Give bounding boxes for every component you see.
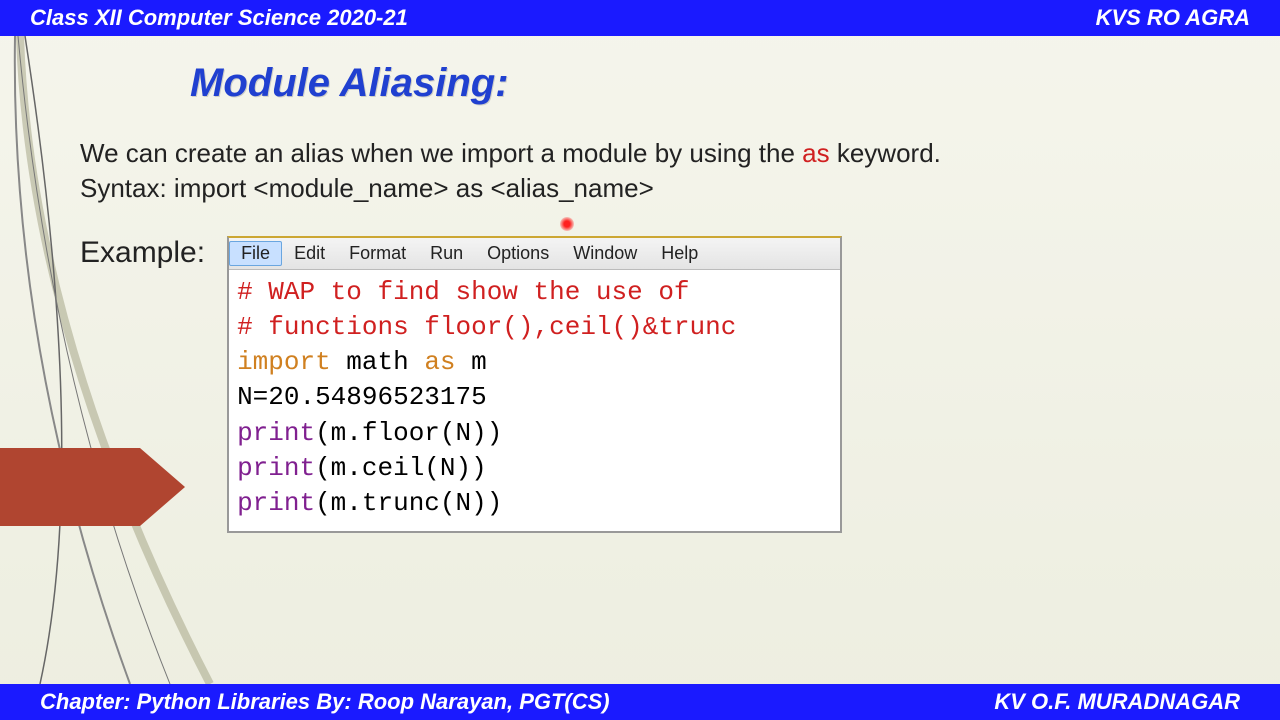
code-comment-1: # WAP to find show the use of [237, 277, 689, 307]
menu-window[interactable]: Window [561, 241, 649, 266]
header-left: Class XII Computer Science 2020-21 [30, 5, 408, 31]
menu-options[interactable]: Options [475, 241, 561, 266]
syntax-line: Syntax: import <module_name> as <alias_n… [80, 171, 1220, 206]
menu-file[interactable]: File [229, 241, 282, 266]
example-row: Example: File Edit Format Run Options Wi… [80, 236, 1220, 533]
footer-bar: Chapter: Python Libraries By: Roop Naray… [0, 684, 1280, 720]
idle-editor-window: File Edit Format Run Options Window Help… [227, 236, 842, 533]
menu-edit[interactable]: Edit [282, 241, 337, 266]
code-print-2: print [237, 453, 315, 483]
code-print-1: print [237, 418, 315, 448]
code-print-1-arg: (m.floor(N)) [315, 418, 502, 448]
code-module: math [331, 347, 425, 377]
as-keyword: as [802, 138, 829, 168]
code-print-3: print [237, 488, 315, 518]
intro-post: keyword. [830, 138, 941, 168]
code-area: # WAP to find show the use of # function… [229, 270, 840, 531]
laser-pointer-icon [560, 217, 574, 231]
code-import-kw: import [237, 347, 331, 377]
intro-pre: We can create an alias when we import a … [80, 138, 802, 168]
menu-run[interactable]: Run [418, 241, 475, 266]
code-print-3-arg: (m.trunc(N)) [315, 488, 502, 518]
footer-left: Chapter: Python Libraries By: Roop Naray… [40, 689, 610, 715]
code-alias: m [456, 347, 487, 377]
code-print-2-arg: (m.ceil(N)) [315, 453, 487, 483]
code-as-kw: as [424, 347, 455, 377]
intro-line-1: We can create an alias when we import a … [80, 136, 1220, 171]
slide-title: Module Aliasing: [190, 61, 1220, 106]
code-assign: N=20.54896523175 [237, 382, 487, 412]
idle-menu-bar: File Edit Format Run Options Window Help [229, 238, 840, 270]
header-bar: Class XII Computer Science 2020-21 KVS R… [0, 0, 1280, 36]
footer-right: KV O.F. MURADNAGAR [994, 689, 1240, 715]
menu-help[interactable]: Help [649, 241, 710, 266]
example-label: Example: [80, 236, 205, 270]
header-right: KVS RO AGRA [1096, 5, 1250, 31]
arrow-callout-shape [0, 448, 185, 526]
slide-content: Module Aliasing: We can create an alias … [0, 36, 1280, 684]
menu-format[interactable]: Format [337, 241, 418, 266]
code-comment-2: # functions floor(),ceil()&trunc [237, 312, 736, 342]
